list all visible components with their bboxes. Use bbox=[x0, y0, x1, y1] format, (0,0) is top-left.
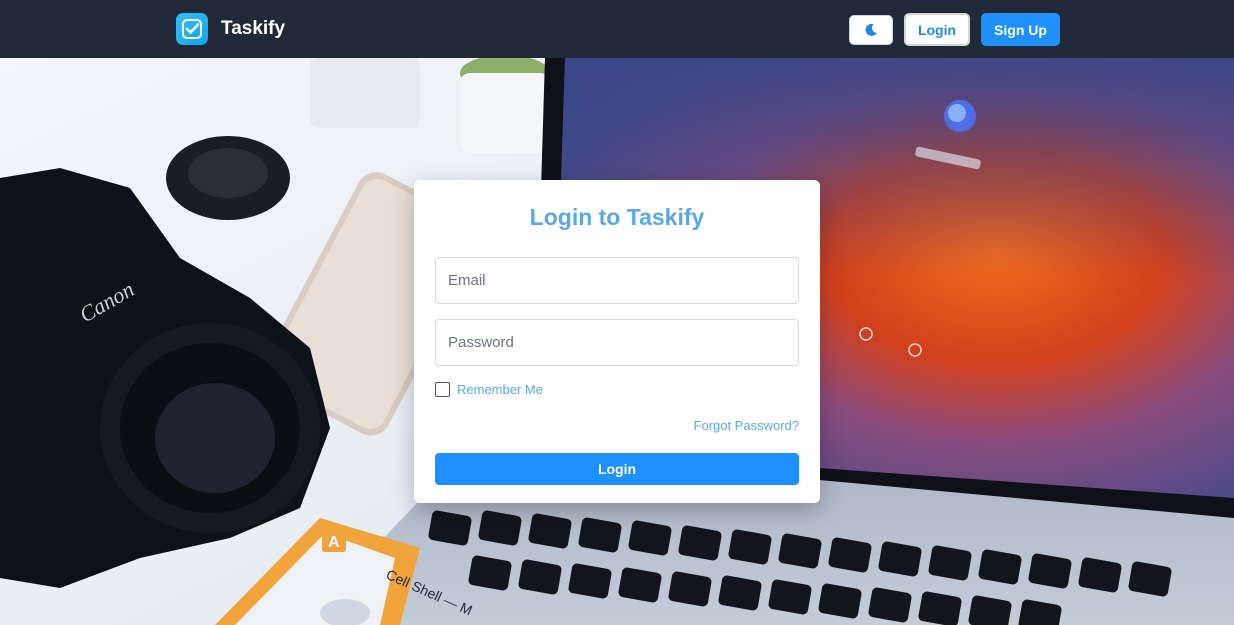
theme-toggle-button[interactable] bbox=[849, 14, 893, 45]
forgot-password-row: Forgot Password? bbox=[435, 417, 800, 435]
brand[interactable]: Taskify bbox=[176, 13, 285, 45]
remember-me-row: Remember Me bbox=[435, 382, 799, 397]
header-login-button[interactable]: Login bbox=[904, 13, 970, 46]
login-card: Login to Taskify Remember Me Forgot Pass… bbox=[414, 180, 820, 503]
header-signup-button[interactable]: Sign Up bbox=[981, 13, 1060, 46]
login-submit-button[interactable]: Login bbox=[435, 453, 799, 485]
header-actions: Login Sign Up bbox=[849, 13, 1060, 46]
password-input[interactable] bbox=[435, 319, 799, 366]
moon-icon bbox=[865, 23, 877, 36]
top-navbar: Taskify Login Sign Up bbox=[0, 0, 1234, 58]
forgot-password-link[interactable]: Forgot Password? bbox=[694, 418, 800, 433]
cassette-letter: A bbox=[328, 534, 340, 551]
login-title: Login to Taskify bbox=[529, 204, 705, 230]
email-input[interactable] bbox=[435, 257, 799, 304]
remember-me-label[interactable]: Remember Me bbox=[457, 382, 543, 397]
checkbox-logo-icon bbox=[176, 13, 208, 45]
brand-name: Taskify bbox=[221, 18, 286, 39]
remember-me-checkbox[interactable] bbox=[435, 382, 450, 397]
